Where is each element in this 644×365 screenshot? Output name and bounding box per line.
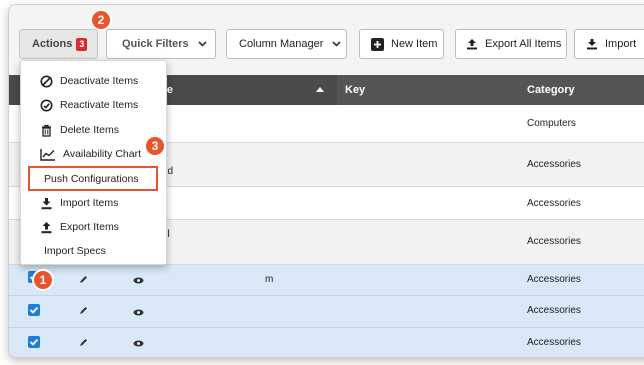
column-manager-label: Column Manager (239, 38, 324, 50)
row-category: Accessories (527, 274, 581, 285)
chevron-down-icon (198, 41, 207, 47)
row-category: Accessories (527, 236, 581, 247)
row-category: Accessories (527, 198, 581, 209)
row-category: Accessories (527, 305, 581, 316)
upload-icon (40, 221, 53, 234)
row-category: Computers (527, 118, 576, 129)
trash-icon (40, 124, 53, 137)
header-category[interactable]: Category (527, 84, 575, 96)
app-window: Actions 3 Quick Filters Column Manager N… (8, 4, 644, 358)
new-item-label: New Item (391, 38, 438, 50)
download-icon (40, 197, 53, 210)
new-item-button[interactable]: New Item (359, 29, 444, 59)
row-category: Accessories (527, 159, 581, 170)
menu-item-label: Deactivate Items (60, 75, 139, 87)
header-key[interactable]: Key (345, 84, 365, 96)
export-all-items-button[interactable]: Export All Items (455, 29, 567, 59)
quick-filters-label: Quick Filters (122, 38, 189, 50)
row-key: m (265, 274, 274, 285)
import-label: Import (605, 38, 637, 50)
download-icon (586, 38, 598, 50)
menu-item-export-items[interactable]: Export Items (21, 215, 166, 239)
actions-dropdown-menu: Deactivate Items Reactivate Items Delete… (20, 60, 167, 265)
actions-button[interactable]: Actions 3 (19, 29, 98, 59)
menu-item-import-specs[interactable]: Import Specs (21, 239, 166, 263)
edit-pencil-icon[interactable] (79, 306, 88, 318)
menu-item-label: Import Items (60, 197, 119, 209)
sort-asc-icon[interactable] (315, 84, 325, 96)
menu-item-label: Reactivate Items (60, 99, 139, 111)
edit-pencil-icon[interactable] (79, 338, 88, 350)
menu-item-label: Import Specs (44, 245, 106, 257)
row-checkbox[interactable] (28, 304, 40, 316)
deactivate-icon (40, 75, 53, 88)
upload-icon (466, 38, 478, 50)
callout-badge-1: 1 (32, 269, 54, 291)
menu-item-import-items[interactable]: Import Items (21, 191, 166, 215)
view-eye-icon[interactable] (133, 339, 144, 350)
callout-badge-3: 3 (144, 135, 166, 157)
table-row-selected[interactable]: Accessories (9, 328, 644, 357)
row-category: Accessories (527, 337, 581, 348)
menu-item-label: Push Configurations (44, 172, 139, 185)
menu-item-reactivate[interactable]: Reactivate Items (21, 93, 166, 117)
import-button[interactable]: Import (574, 29, 644, 59)
table-row-selected[interactable]: m Accessories (9, 265, 644, 296)
callout-badge-2: 2 (90, 9, 112, 31)
export-all-label: Export All Items (485, 38, 562, 50)
line-chart-icon (40, 148, 56, 161)
edit-pencil-icon[interactable] (79, 275, 88, 287)
quick-filters-button[interactable]: Quick Filters (106, 29, 216, 59)
menu-item-push-configurations[interactable]: Push Configurations (28, 166, 158, 191)
column-manager-button[interactable]: Column Manager (226, 29, 347, 59)
reactivate-icon (40, 99, 53, 112)
view-eye-icon[interactable] (133, 276, 144, 287)
table-row-selected[interactable]: Accessories (9, 296, 644, 328)
row-checkbox[interactable] (28, 336, 40, 348)
plus-square-icon (371, 37, 384, 51)
menu-item-label: Export Items (60, 221, 119, 233)
menu-item-label: Delete Items (60, 124, 119, 136)
chevron-down-icon (332, 41, 341, 47)
menu-item-deactivate[interactable]: Deactivate Items (21, 69, 166, 93)
menu-item-delete[interactable]: Delete Items (21, 118, 166, 142)
actions-count-badge: 3 (76, 37, 88, 51)
view-eye-icon[interactable] (133, 308, 144, 319)
actions-label: Actions (32, 38, 73, 50)
menu-item-label: Availability Chart (63, 148, 142, 160)
